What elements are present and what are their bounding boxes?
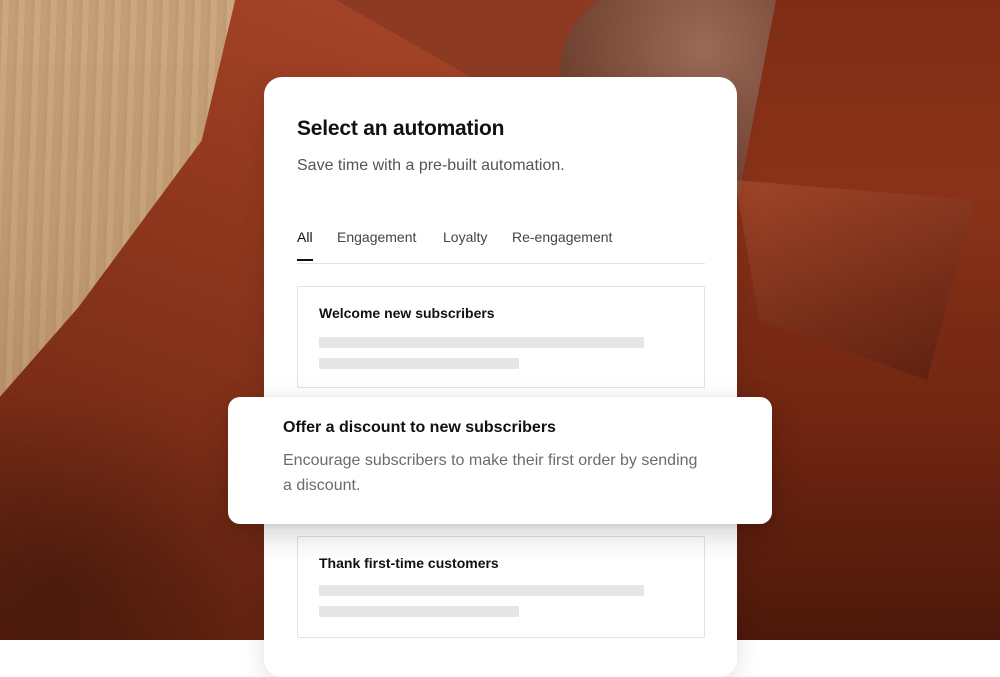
automation-item-title: Thank first-time customers [319,555,499,571]
tab-loyalty[interactable]: Loyalty [443,229,487,259]
category-tabs: All Engagement Loyalty Re-engagement [297,227,705,264]
page-subtitle: Save time with a pre-built automation. [297,157,565,174]
automation-item-thank-customers[interactable]: Thank first-time customers [297,536,705,638]
automation-picker-card: Select an automation Save time with a pr… [264,77,737,677]
page-title: Select an automation [297,117,505,140]
automation-item-description: Encourage subscribers to make their firs… [283,452,698,494]
automation-item-discount-highlighted[interactable]: Offer a discount to new subscribers Enco… [228,397,772,524]
placeholder-line [319,358,519,369]
tab-all[interactable]: All [297,229,313,261]
automation-item-title: Welcome new subscribers [319,305,495,321]
placeholder-line [319,585,644,596]
tab-re-engagement[interactable]: Re-engagement [512,229,612,259]
placeholder-line [319,337,644,348]
automation-item-title: Offer a discount to new subscribers [283,419,556,436]
placeholder-line [319,606,519,617]
automation-item-welcome[interactable]: Welcome new subscribers [297,286,705,388]
tab-engagement[interactable]: Engagement [337,229,416,259]
